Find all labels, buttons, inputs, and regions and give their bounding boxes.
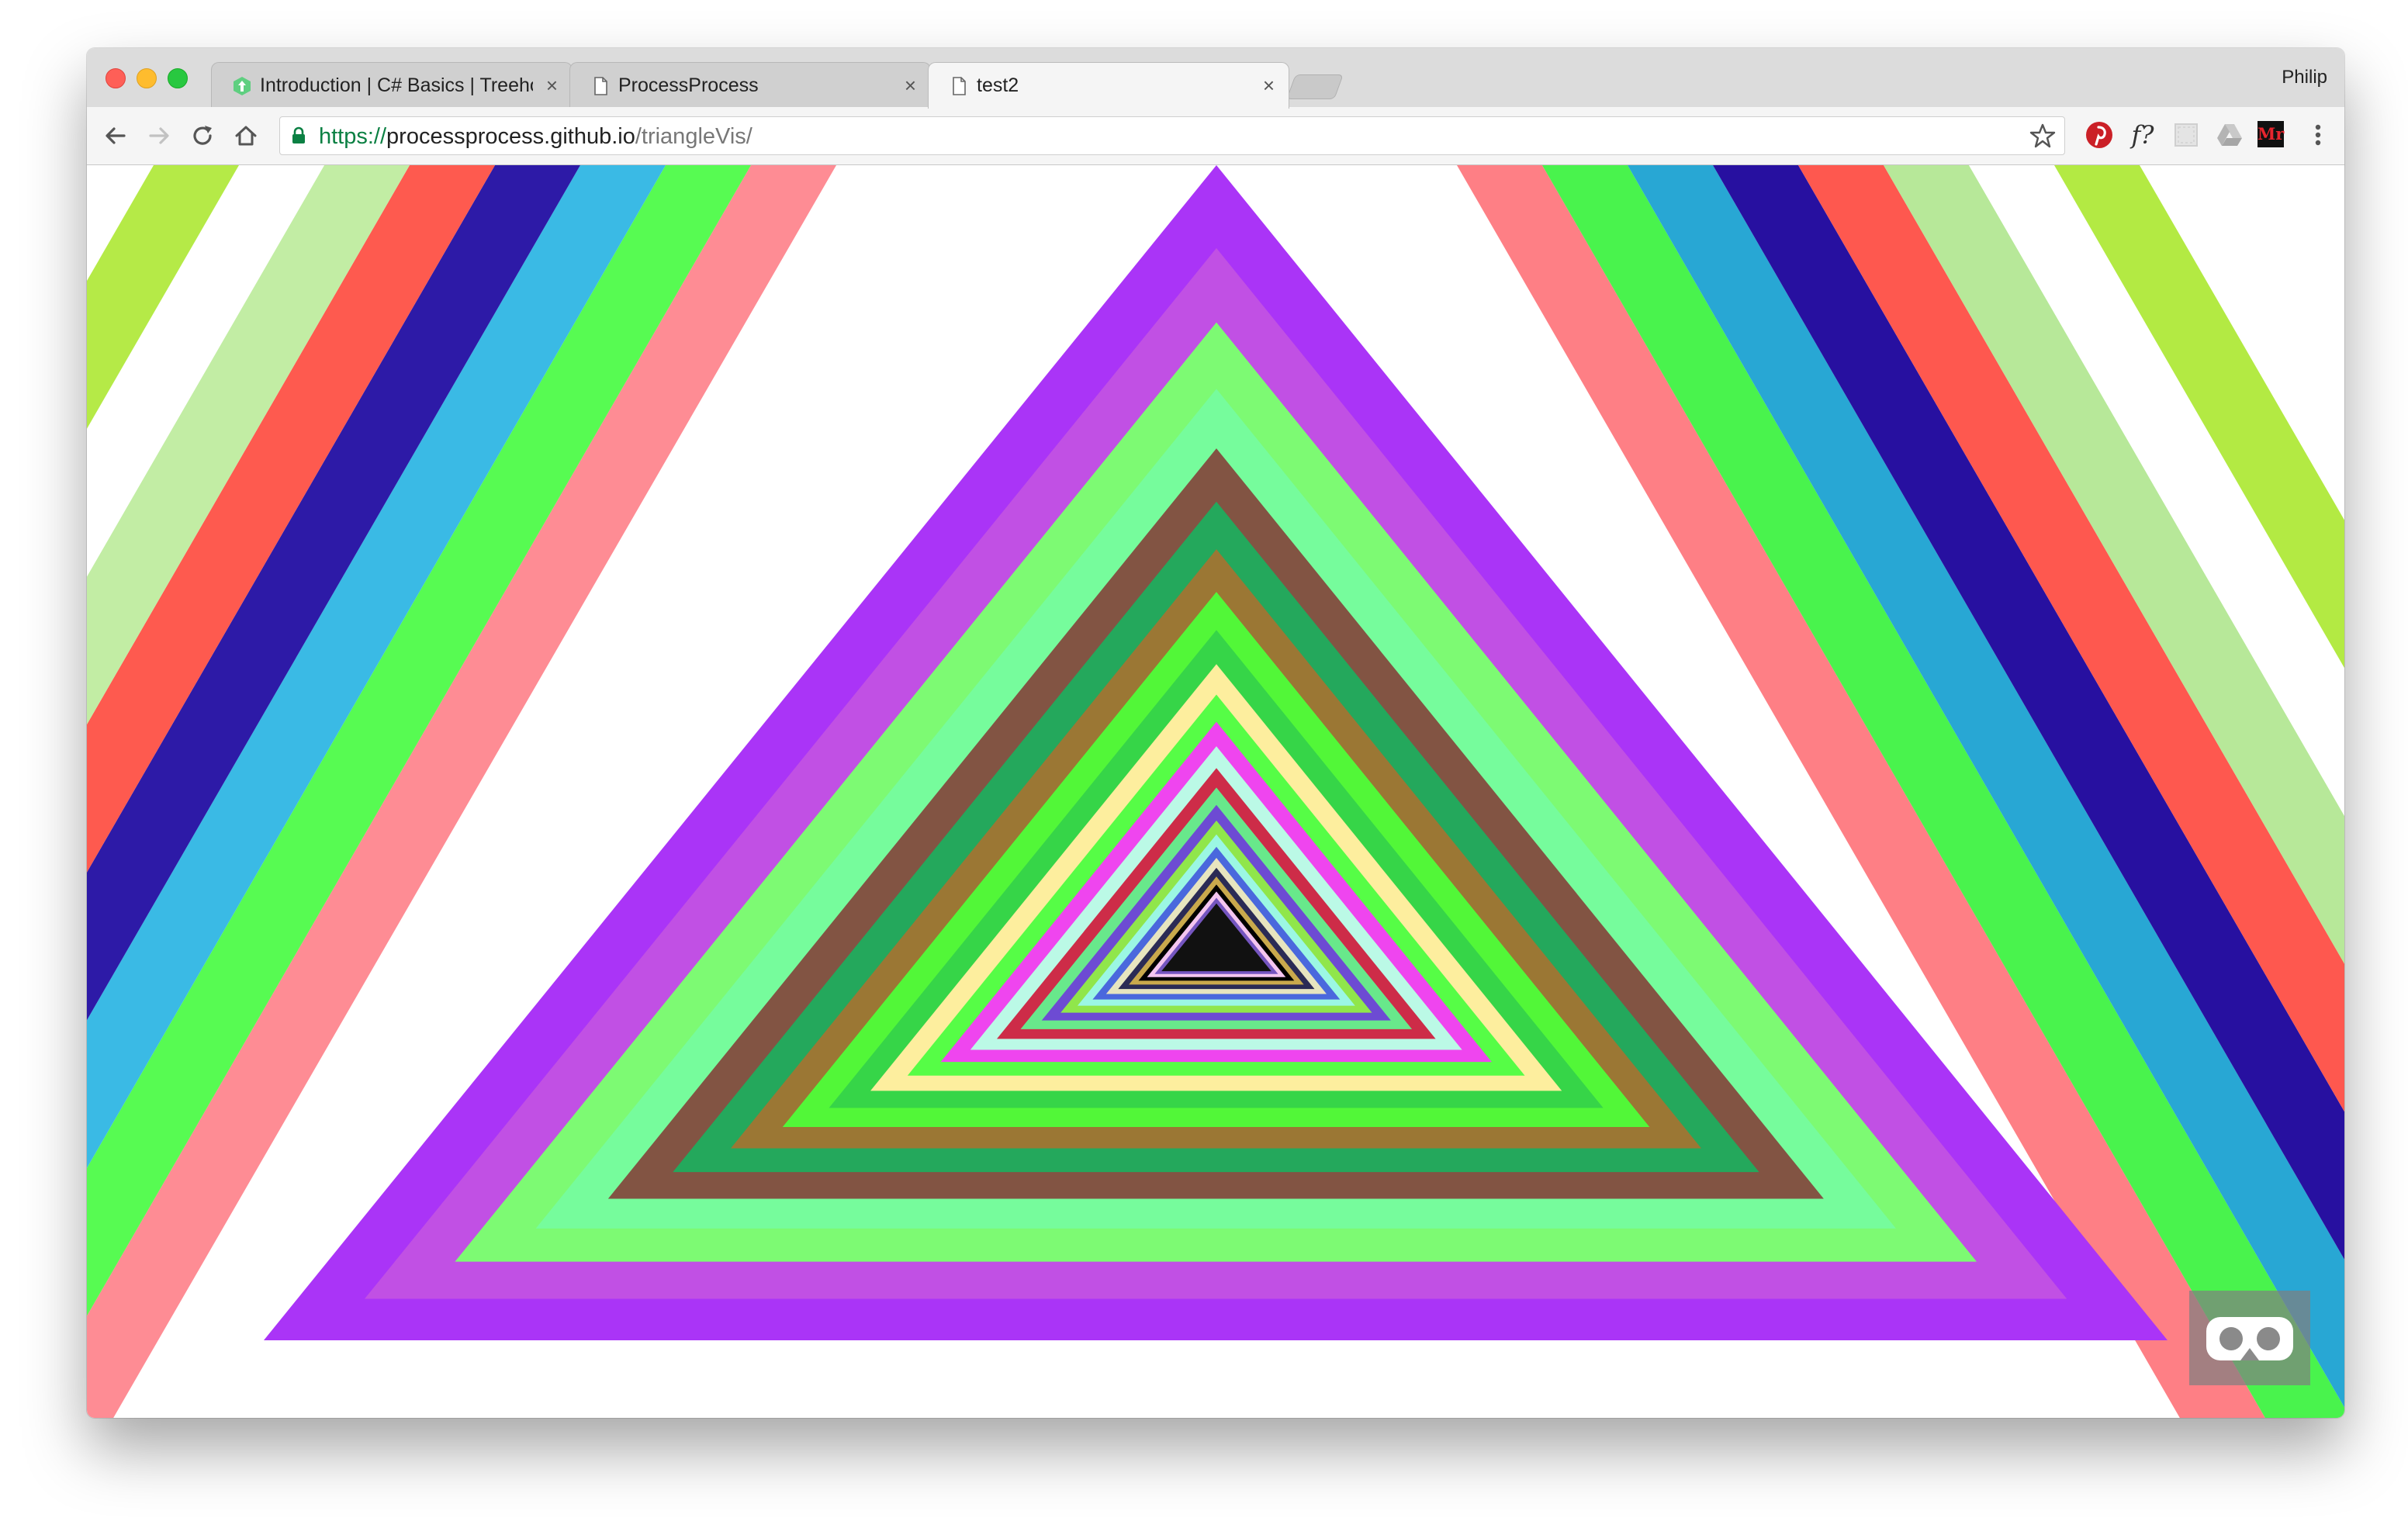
page-icon (594, 77, 607, 95)
address-bar[interactable]: https://processprocess.github.io/triangl… (279, 116, 2065, 155)
tab-title: ProcessProcess (618, 74, 759, 96)
close-window-button[interactable] (106, 68, 126, 88)
tab-title: Introduction | C# Basics | Treehouse (260, 74, 533, 96)
profile-name[interactable]: Philip (2282, 67, 2327, 88)
page-icon (953, 77, 966, 95)
tab-close-button[interactable]: × (905, 74, 916, 97)
zoom-window-button[interactable] (168, 68, 188, 88)
mercury-reader-icon[interactable]: Mr (2258, 121, 2284, 147)
home-button[interactable] (231, 121, 261, 150)
minimize-window-button[interactable] (137, 68, 157, 88)
url-text[interactable]: https://processprocess.github.io/triangl… (319, 124, 752, 149)
triangle-visualization[interactable] (87, 165, 2344, 1418)
browser-window: Introduction | C# Basics | Treehouse × P… (87, 48, 2344, 1418)
font-finder-icon[interactable]: f? (2127, 119, 2158, 150)
lock-icon (292, 126, 305, 143)
menu-icon[interactable] (2302, 119, 2334, 150)
forward-button[interactable] (144, 121, 174, 150)
extension-icon[interactable] (2171, 119, 2202, 150)
url-host: processprocess.github.io (386, 124, 635, 149)
vr-headset-icon (2206, 1317, 2293, 1360)
page-content (87, 165, 2344, 1418)
tab-close-button[interactable]: × (1263, 74, 1275, 97)
browser-toolbar: https://processprocess.github.io/triangl… (87, 107, 2344, 165)
pinterest-icon[interactable] (2084, 119, 2115, 150)
vr-mode-button[interactable] (2189, 1291, 2310, 1385)
drive-icon[interactable] (2214, 119, 2245, 150)
back-button[interactable] (101, 121, 130, 150)
tab-treehouse[interactable]: Introduction | C# Basics | Treehouse × (211, 62, 573, 107)
tab-processprocess[interactable]: ProcessProcess × (569, 62, 931, 107)
url-scheme: https:// (319, 124, 387, 149)
tab-close-button[interactable]: × (546, 74, 558, 97)
new-tab-button[interactable] (1286, 74, 1344, 99)
tab-title: test2 (977, 74, 1019, 96)
tab-strip: Introduction | C# Basics | Treehouse × P… (87, 48, 2344, 109)
tab-test2[interactable]: test2 × (928, 62, 1289, 109)
url-path: /triangleVis/ (635, 124, 752, 149)
bookmark-star-icon[interactable] (2029, 122, 2057, 150)
treehouse-favicon-icon (234, 77, 251, 95)
reload-button[interactable] (188, 121, 217, 150)
